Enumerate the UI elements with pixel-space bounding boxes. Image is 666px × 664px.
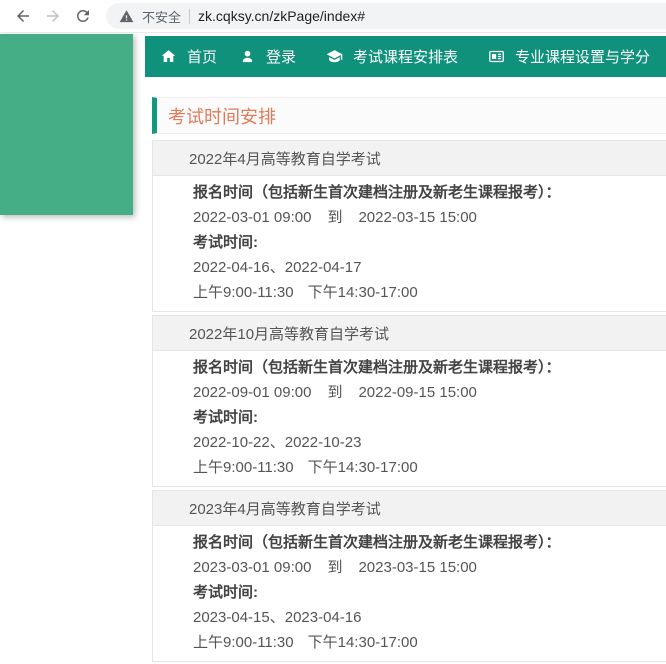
register-to: 2022-03-15 15:00 [358,209,476,226]
browser-toolbar: 不安全 zk.cqksy.cn/zkPage/index# [0,0,666,33]
content-area: 考试时间安排 2022年4月高等教育自学考试 报名时间（包括新生首次建档注册及新… [145,77,666,664]
exam-time-label: 考试时间: [193,405,666,430]
nav-item-login[interactable]: 登录 [228,36,307,77]
register-label: 报名时间（包括新生首次建档注册及新老生课程报考）： [193,180,666,205]
exam-time-label: 考试时间: [193,580,666,605]
section-title: 2022年10月高等教育自学考试 [189,323,389,344]
register-to: 2023-03-15 15:00 [358,559,476,576]
graduation-cap-icon [326,48,343,65]
section-header: 2022年10月高等教育自学考试 [153,316,666,351]
page-viewport: 首页 登录 考试课程安排表 [0,33,666,664]
exam-section: 2022年10月高等教育自学考试 报名时间（包括新生首次建档注册及新老生课程报考… [152,315,666,487]
newspaper-icon [488,48,505,65]
home-icon [160,48,177,65]
main-column: 首页 登录 考试课程安排表 [145,33,666,664]
morning-hours: 上午9:00-11:30 [193,459,294,476]
afternoon-hours: 下午14:30-17:00 [308,634,418,651]
exam-hours: 上午9:00-11:30 下午14:30-17:00 [193,455,666,480]
site-navbar: 首页 登录 考试课程安排表 [145,36,666,77]
exam-dates: 2023-04-15、2023-04-16 [193,605,666,630]
url-text: zk.cqksy.cn/zkPage/index# [198,8,365,24]
section-body: 报名时间（包括新生首次建档注册及新老生课程报考）： 2022-09-01 09:… [153,351,666,486]
section-body: 报名时间（包括新生首次建档注册及新老生课程报考）： 2022-03-01 09:… [153,176,666,311]
to-word: 到 [327,559,342,576]
forward-arrow-icon [44,7,62,25]
nav-item-exam-schedule[interactable]: 考试课程安排表 [315,36,469,77]
register-label: 报名时间（包括新生首次建档注册及新老生课程报考）： [193,530,666,555]
afternoon-hours: 下午14:30-17:00 [308,459,418,476]
nav-item-home[interactable]: 首页 [149,36,228,77]
nav-item-label: 专业课程设置与学分 [515,46,650,67]
section-header: 2023年4月高等教育自学考试 [153,491,666,526]
nav-item-label: 考试课程安排表 [353,46,458,67]
to-word: 到 [327,209,342,226]
register-time-line: 2022-09-01 09:00 到 2022-09-15 15:00 [193,380,666,405]
address-bar[interactable]: 不安全 zk.cqksy.cn/zkPage/index# [106,3,666,29]
afternoon-hours: 下午14:30-17:00 [308,284,418,301]
nav-item-label: 首页 [187,46,217,67]
section-title: 2023年4月高等教育自学考试 [189,498,381,519]
section-header: 2022年4月高等教育自学考试 [153,141,666,176]
section-title: 2022年4月高等教育自学考试 [189,148,381,169]
security-label: 不安全 [142,7,181,26]
exam-hours: 上午9:00-11:30 下午14:30-17:00 [193,280,666,305]
url-separator [189,9,190,24]
register-from: 2022-09-01 09:00 [193,384,311,401]
morning-hours: 上午9:00-11:30 [193,284,294,301]
exam-time-label: 考试时间: [193,230,666,255]
register-from: 2023-03-01 09:00 [193,559,311,576]
register-to: 2022-09-15 15:00 [358,384,476,401]
register-from: 2022-03-01 09:00 [193,209,311,226]
browser-forward-button[interactable] [38,2,68,30]
green-banner-panel [0,34,133,215]
register-label: 报名时间（包括新生首次建档注册及新老生课程报考）： [193,355,666,380]
exam-dates: 2022-04-16、2022-04-17 [193,255,666,280]
back-arrow-icon [14,7,32,25]
nav-item-course-credits[interactable]: 专业课程设置与学分 [477,36,661,77]
browser-reload-button[interactable] [68,2,98,30]
register-time-line: 2023-03-01 09:00 到 2023-03-15 15:00 [193,555,666,580]
browser-back-button[interactable] [8,2,38,30]
register-time-line: 2022-03-01 09:00 到 2022-03-15 15:00 [193,205,666,230]
reload-icon [74,7,92,25]
user-icon [239,48,256,65]
exam-section: 2023年4月高等教育自学考试 报名时间（包括新生首次建档注册及新老生课程报考）… [152,490,666,662]
exam-section: 2022年4月高等教育自学考试 报名时间（包括新生首次建档注册及新老生课程报考）… [152,140,666,312]
security-warning-icon [119,9,134,24]
exam-hours: 上午9:00-11:30 下午14:30-17:00 [193,630,666,655]
page-title-box: 考试时间安排 [152,97,666,134]
morning-hours: 上午9:00-11:30 [193,634,294,651]
exam-dates: 2022-10-22、2022-10-23 [193,430,666,455]
page-title: 考试时间安排 [168,103,276,129]
section-body: 报名时间（包括新生首次建档注册及新老生课程报考）： 2023-03-01 09:… [153,526,666,661]
nav-item-label: 登录 [266,46,296,67]
to-word: 到 [327,384,342,401]
